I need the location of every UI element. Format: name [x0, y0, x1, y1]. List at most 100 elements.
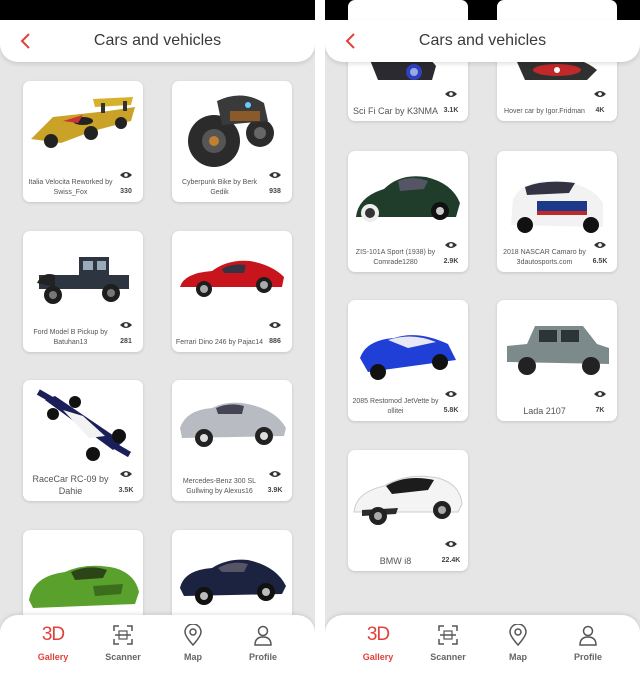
model-thumbnail	[497, 300, 617, 396]
model-card[interactable]: Mercedes-Benz 300 SL Gullwing by Alexus1…	[172, 380, 292, 501]
eye-icon	[594, 242, 606, 248]
view-count-value: 330	[120, 188, 132, 195]
3d-text-icon: 3D	[41, 624, 65, 645]
model-card[interactable]: Lada 2107 7K	[497, 300, 617, 421]
model-card[interactable]: Ferrari Dino 246 by Pajac14 886	[172, 231, 292, 352]
view-count: 4K	[587, 90, 613, 117]
eye-icon	[594, 91, 606, 97]
model-title: ZIS-101A Sport (1938) by Comrade1280	[355, 249, 436, 266]
model-card[interactable]: 2018 NASCAR Camaro by 3dautosports.com 6…	[497, 151, 617, 272]
screenshot-pair: Italia Velocita Reworked by Swiss_Fox 33…	[0, 0, 640, 675]
model-card[interactable]: Ford Model B Pickup by Batuhan13 281	[23, 231, 143, 352]
view-count: 2.9K	[438, 241, 464, 268]
model-grid[interactable]: Italia Velocita Reworked by Swiss_Fox 33…	[0, 0, 315, 615]
person-icon	[579, 625, 597, 646]
model-thumbnail	[348, 300, 468, 396]
tab-profile[interactable]: Profile	[558, 621, 618, 669]
model-grid[interactable]: Sci Fi Car by K3NMA 3.1K Hover car by Ig…	[325, 0, 640, 615]
app-header: Cars and vehicles	[0, 20, 315, 62]
view-count-value: 6.5K	[592, 258, 608, 265]
view-count: 938	[262, 171, 288, 198]
model-thumbnail	[348, 151, 468, 247]
right-screen: Sci Fi Car by K3NMA 3.1K Hover car by Ig…	[325, 0, 640, 675]
tab-label: Map	[509, 652, 527, 662]
model-thumbnail	[172, 231, 292, 327]
view-count-value: 2.9K	[443, 258, 459, 265]
tab-label: Scanner	[430, 652, 466, 662]
model-thumbnail	[497, 151, 617, 247]
tab-label: Profile	[573, 652, 602, 662]
view-count: 22.4K	[438, 540, 464, 567]
model-thumbnail	[172, 81, 292, 177]
model-card[interactable]: Italia Velocita Reworked by Swiss_Fox 33…	[23, 81, 143, 202]
eye-icon	[120, 322, 132, 328]
map-pin-icon	[184, 624, 202, 646]
model-title: Lada 2107	[523, 406, 566, 416]
model-title: Sci Fi Car by K3NMA	[352, 106, 439, 116]
eye-icon	[594, 391, 606, 397]
view-count: 7K	[587, 390, 613, 417]
model-title: Ford Model B Pickup by Batuhan13	[33, 329, 108, 346]
model-title: 2085 Restomod JetVette by ollitei	[352, 398, 439, 415]
view-count-value: 281	[120, 338, 132, 345]
tab-map[interactable]: Map	[163, 621, 223, 669]
scanner-frame-icon	[113, 625, 133, 645]
model-thumbnail	[348, 450, 468, 546]
eye-icon	[269, 172, 281, 178]
tab-scanner[interactable]: Scanner	[93, 621, 153, 669]
model-title: Mercedes-Benz 300 SL Gullwing by Alexus1…	[182, 478, 257, 495]
model-title: Hover car by Igor.Fridman	[504, 108, 585, 115]
model-card[interactable]	[172, 530, 292, 615]
model-title: Cyberpunk Bike by Berk Gedik	[181, 179, 258, 196]
model-card[interactable]: RaceCar RC-09 by Dahie 3.5K	[23, 380, 143, 501]
tab-gallery[interactable]: 3D Gallery	[23, 621, 83, 669]
view-count-value: 3.1K	[443, 107, 459, 114]
view-count: 330	[113, 171, 139, 198]
tab-gallery[interactable]: 3D Gallery	[348, 621, 408, 669]
model-thumbnail	[172, 380, 292, 476]
view-count-value: 22.4K	[441, 557, 461, 564]
page-title: Cars and vehicles	[93, 32, 222, 49]
model-title: Italia Velocita Reworked by Swiss_Fox	[28, 179, 113, 196]
model-thumbnail	[23, 81, 143, 177]
eye-icon	[445, 541, 457, 547]
model-thumbnail	[23, 380, 143, 476]
left-screen: Italia Velocita Reworked by Swiss_Fox 33…	[0, 0, 315, 675]
bottom-nav: 3D Gallery Scanner Map Profile	[325, 615, 640, 675]
tab-profile[interactable]: Profile	[233, 621, 293, 669]
model-card[interactable]: Cyberpunk Bike by Berk Gedik 938	[172, 81, 292, 202]
model-card[interactable]: 2085 Restomod JetVette by ollitei 5.8K	[348, 300, 468, 421]
eye-icon	[445, 91, 457, 97]
3d-text-icon: 3D	[366, 624, 390, 645]
model-thumbnail	[23, 530, 143, 615]
view-count: 3.5K	[113, 470, 139, 497]
view-count: 3.9K	[262, 470, 288, 497]
view-count-value: 886	[269, 338, 281, 345]
tab-label: Gallery	[362, 652, 394, 662]
model-card[interactable]: ZIS-101A Sport (1938) by Comrade1280 2.9…	[348, 151, 468, 272]
eye-icon	[120, 172, 132, 178]
person-icon	[254, 625, 272, 646]
model-card[interactable]	[23, 530, 143, 615]
bottom-nav: 3D Gallery Scanner Map Profile	[0, 615, 315, 675]
view-count: 5.8K	[438, 390, 464, 417]
tab-scanner[interactable]: Scanner	[418, 621, 478, 669]
tab-map[interactable]: Map	[488, 621, 548, 669]
model-title: 2018 NASCAR Camaro by 3dautosports.com	[503, 249, 586, 266]
view-count-value: 938	[269, 188, 281, 195]
tab-label: Profile	[248, 652, 277, 662]
eye-icon	[269, 322, 281, 328]
map-pin-icon	[509, 624, 527, 646]
tab-label: Map	[184, 652, 202, 662]
eye-icon	[120, 471, 132, 477]
model-title: Ferrari Dino 246 by Pajac14	[175, 339, 264, 346]
eye-icon	[445, 242, 457, 248]
scanner-frame-icon	[438, 625, 458, 645]
view-count: 886	[262, 321, 288, 348]
view-count-value: 5.8K	[443, 407, 459, 414]
model-card[interactable]: BMW i8 22.4K	[348, 450, 468, 571]
view-count-value: 4K	[595, 107, 605, 114]
view-count: 6.5K	[587, 241, 613, 268]
model-thumbnail	[172, 530, 292, 615]
tab-label: Scanner	[105, 652, 141, 662]
